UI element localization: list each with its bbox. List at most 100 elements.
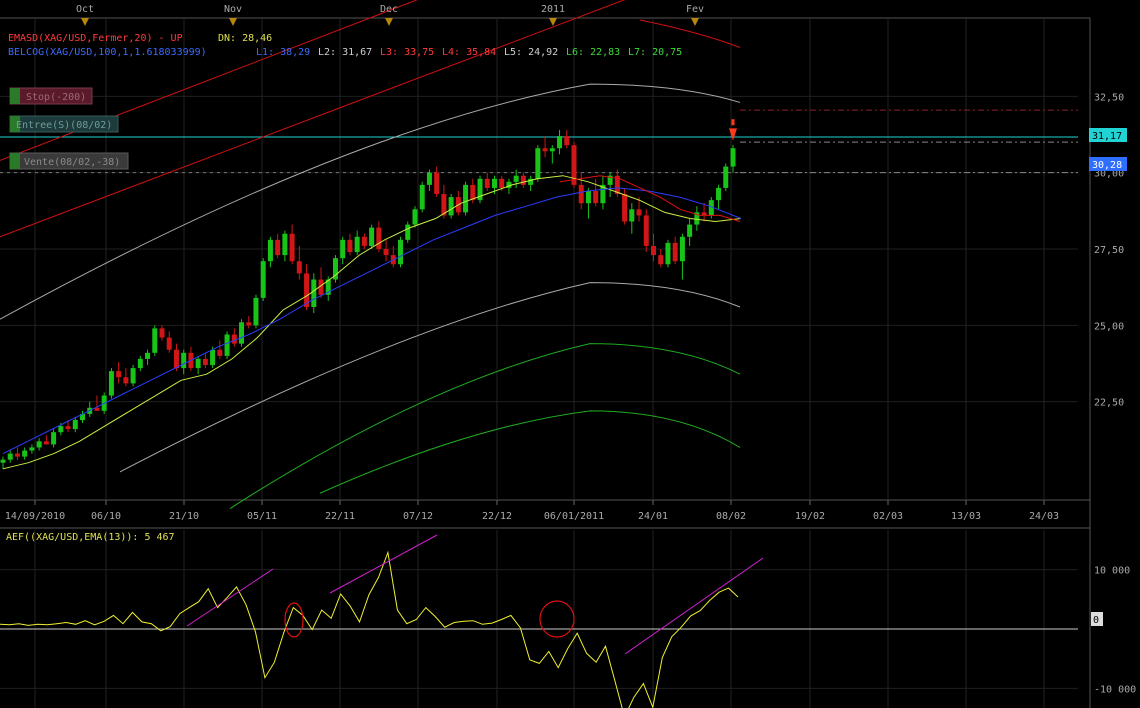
candle-body: [7, 453, 13, 460]
candle-body: [130, 368, 136, 384]
price-tag-entry: 31,17: [1089, 128, 1127, 142]
candle-body: [267, 239, 273, 262]
candlestick-series: [0, 119, 737, 469]
candle-body: [65, 426, 71, 430]
belcog-level-4: L4: 35,84: [442, 47, 496, 58]
candle-body: [166, 337, 172, 350]
trading-chart: 32,5030,0027,5025,0022,5014/09/2010 06/10…: [0, 0, 1136, 708]
candle-body: [58, 426, 64, 433]
month-marker: [549, 18, 557, 26]
candle-body: [145, 352, 151, 359]
x-tick-label: 05/11: [247, 511, 277, 522]
month-label: Oct: [76, 4, 94, 15]
candle-body: [289, 233, 295, 262]
price-grid: [0, 17, 1091, 708]
month-label: Nov: [224, 4, 242, 15]
x-tick-label: 22/11: [325, 511, 355, 522]
candle-body: [520, 175, 526, 185]
belcog-bands: [0, 0, 741, 509]
candle-body: [239, 322, 245, 344]
candle-body: [347, 239, 353, 253]
x-tick-label: 22/12: [482, 511, 512, 522]
candle-body: [679, 236, 685, 262]
entry-order-label[interactable]: Entree(S)(08/02): [9, 115, 119, 133]
month-label: Dec: [380, 4, 398, 15]
x-tick-label: 19/02: [795, 511, 825, 522]
candle-body: [29, 447, 35, 451]
candle-body: [593, 190, 599, 204]
oscillator-y-tick: -10 000: [1094, 684, 1136, 695]
svg-text:Entree(S)(08/02): Entree(S)(08/02): [16, 120, 112, 131]
stop-order-label[interactable]: Stop(-200): [9, 87, 93, 105]
svg-text:Vente(08/02,-38): Vente(08/02,-38): [24, 157, 120, 168]
svg-text:31,17: 31,17: [1092, 131, 1122, 142]
candle-body: [716, 187, 722, 201]
y-tick-label: 27,50: [1094, 245, 1124, 256]
month-label: 2011: [541, 4, 565, 15]
y-tick-label: 25,00: [1094, 321, 1124, 332]
candle-body: [535, 148, 541, 179]
sell-order-label[interactable]: Vente(08/02,-38): [9, 152, 129, 170]
belcog-level-2: L2: 31,67: [318, 47, 372, 58]
candle-body: [585, 190, 591, 204]
candle-body: [22, 450, 28, 457]
month-marker: [691, 18, 699, 26]
candle-body: [426, 172, 432, 185]
candle-body: [340, 239, 346, 259]
candle-body: [557, 136, 563, 149]
candle-body: [448, 197, 454, 216]
belcog-level-5: L5: 24,92: [504, 47, 558, 58]
candle-body: [484, 178, 490, 188]
candle-body: [152, 328, 158, 353]
svg-text:Stop(-200): Stop(-200): [26, 92, 86, 103]
belcog-lower-green-1: [229, 343, 741, 509]
belcog-level-3: L3: 33,75: [380, 47, 434, 58]
belcog-level-6: L6: 22,83: [566, 47, 620, 58]
candle-body: [159, 328, 165, 338]
oscillator-zero-tag: 0: [1091, 612, 1103, 626]
sell-signal-arrow: [729, 128, 737, 141]
candle-body: [672, 242, 678, 262]
oscillator-line: [0, 550, 739, 708]
x-tick-label: 08/02: [716, 511, 746, 522]
candle-body: [275, 239, 281, 256]
candle-body: [260, 261, 266, 298]
month-marker: [81, 18, 89, 26]
belcog-legend: BELCOG(XAG/USD,100,1,1.618033999): [8, 47, 207, 58]
candle-body: [622, 194, 628, 222]
candle-body: [723, 166, 729, 188]
candle-body: [0, 459, 6, 463]
svg-text:0: 0: [1093, 615, 1099, 626]
x-tick-label: 02/03: [873, 511, 903, 522]
x-tick-label: 07/12: [403, 511, 433, 522]
x-tick-label: 24/01: [638, 511, 668, 522]
y-tick-label: 32,50: [1094, 92, 1124, 103]
candle-body: [181, 352, 187, 369]
candle-body: [173, 349, 179, 369]
candle-body: [51, 432, 57, 445]
candle-body: [231, 334, 237, 344]
belcog-level-7: L7: 20,75: [628, 47, 682, 58]
candle-body: [687, 224, 693, 237]
oscillator-title: AEF((XAG/USD,EMA(13)): 5 467: [6, 532, 175, 543]
candle-body: [354, 236, 360, 253]
candle-body: [650, 245, 656, 256]
signal-circle: [539, 600, 575, 638]
candle-body: [376, 227, 382, 249]
candle-body: [434, 172, 440, 195]
candle-body: [419, 184, 425, 210]
ema-dn-value: DN: 28,46: [218, 33, 272, 44]
price-tag-last: 30,28: [1089, 157, 1127, 171]
ema-legend: EMASD(XAG/USD,Fermer,20) - UP: [8, 33, 183, 44]
candle-body: [643, 215, 649, 246]
candle-body: [542, 148, 548, 152]
candle-body: [282, 233, 288, 256]
month-label: Fev: [686, 4, 704, 15]
belcog-level-1: L1: 38,29: [256, 47, 310, 58]
sell-signal-arrow-stem: [731, 119, 735, 126]
candle-body: [195, 358, 201, 369]
divergence-line: [329, 534, 438, 594]
belcog-upper-red-3: [639, 19, 741, 48]
month-marker: [229, 18, 237, 26]
x-tick-label: 21/10: [169, 511, 199, 522]
